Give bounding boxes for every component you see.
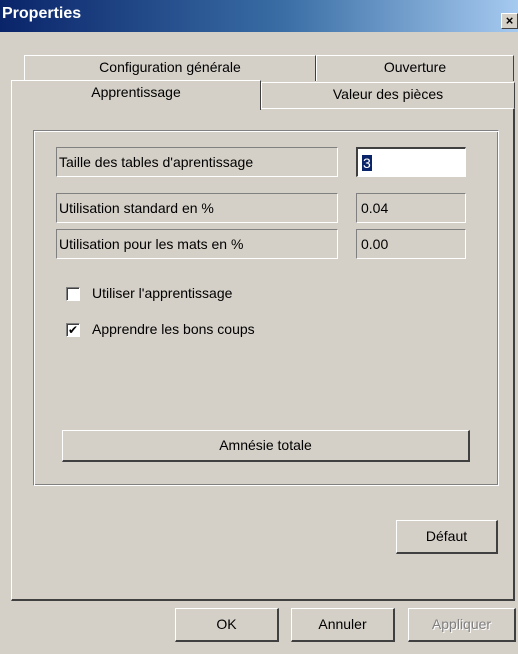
checkmark-icon: ✔	[67, 323, 79, 337]
tab-valeur-des-pieces[interactable]: Valeur des pièces	[261, 82, 515, 108]
use-learning-checkbox[interactable]	[66, 287, 80, 301]
window-title: Properties	[2, 5, 82, 22]
learning-table-size-label: Taille des tables d'aprentissage	[56, 147, 338, 177]
properties-dialog: Properties × Configuration générale Ouve…	[0, 0, 518, 654]
tab-configuration-generale[interactable]: Configuration générale	[24, 55, 316, 81]
learn-good-moves-checkbox[interactable]: ✔	[66, 323, 80, 337]
standard-usage-label: Utilisation standard en %	[56, 193, 338, 223]
learning-table-size-value: 3	[362, 155, 372, 171]
tab-label: Valeur des pièces	[332, 86, 444, 102]
title-bar[interactable]: Properties ×	[0, 0, 518, 32]
apply-button[interactable]: Appliquer	[408, 608, 516, 642]
close-icon: ×	[505, 13, 514, 28]
standard-usage-value: 0.04	[356, 193, 466, 223]
ok-button[interactable]: OK	[175, 608, 279, 642]
learning-table-size-input[interactable]: 3	[356, 147, 466, 177]
tab-label: Configuration générale	[99, 59, 241, 75]
close-button[interactable]: ×	[501, 13, 518, 29]
learn-good-moves-label: Apprendre les bons coups	[92, 321, 255, 337]
total-amnesia-button[interactable]: Amnésie totale	[62, 430, 470, 462]
cancel-button[interactable]: Annuler	[291, 608, 395, 642]
tab-label: Ouverture	[383, 59, 447, 75]
mate-usage-label: Utilisation pour les mats en %	[56, 229, 338, 259]
default-button[interactable]: Défaut	[396, 520, 498, 554]
tab-ouverture[interactable]: Ouverture	[316, 55, 514, 81]
tab-apprentissage[interactable]: Apprentissage	[11, 80, 261, 110]
use-learning-label: Utiliser l'apprentissage	[92, 285, 233, 301]
tab-label: Apprentissage	[91, 84, 181, 100]
mate-usage-value: 0.00	[356, 229, 466, 259]
